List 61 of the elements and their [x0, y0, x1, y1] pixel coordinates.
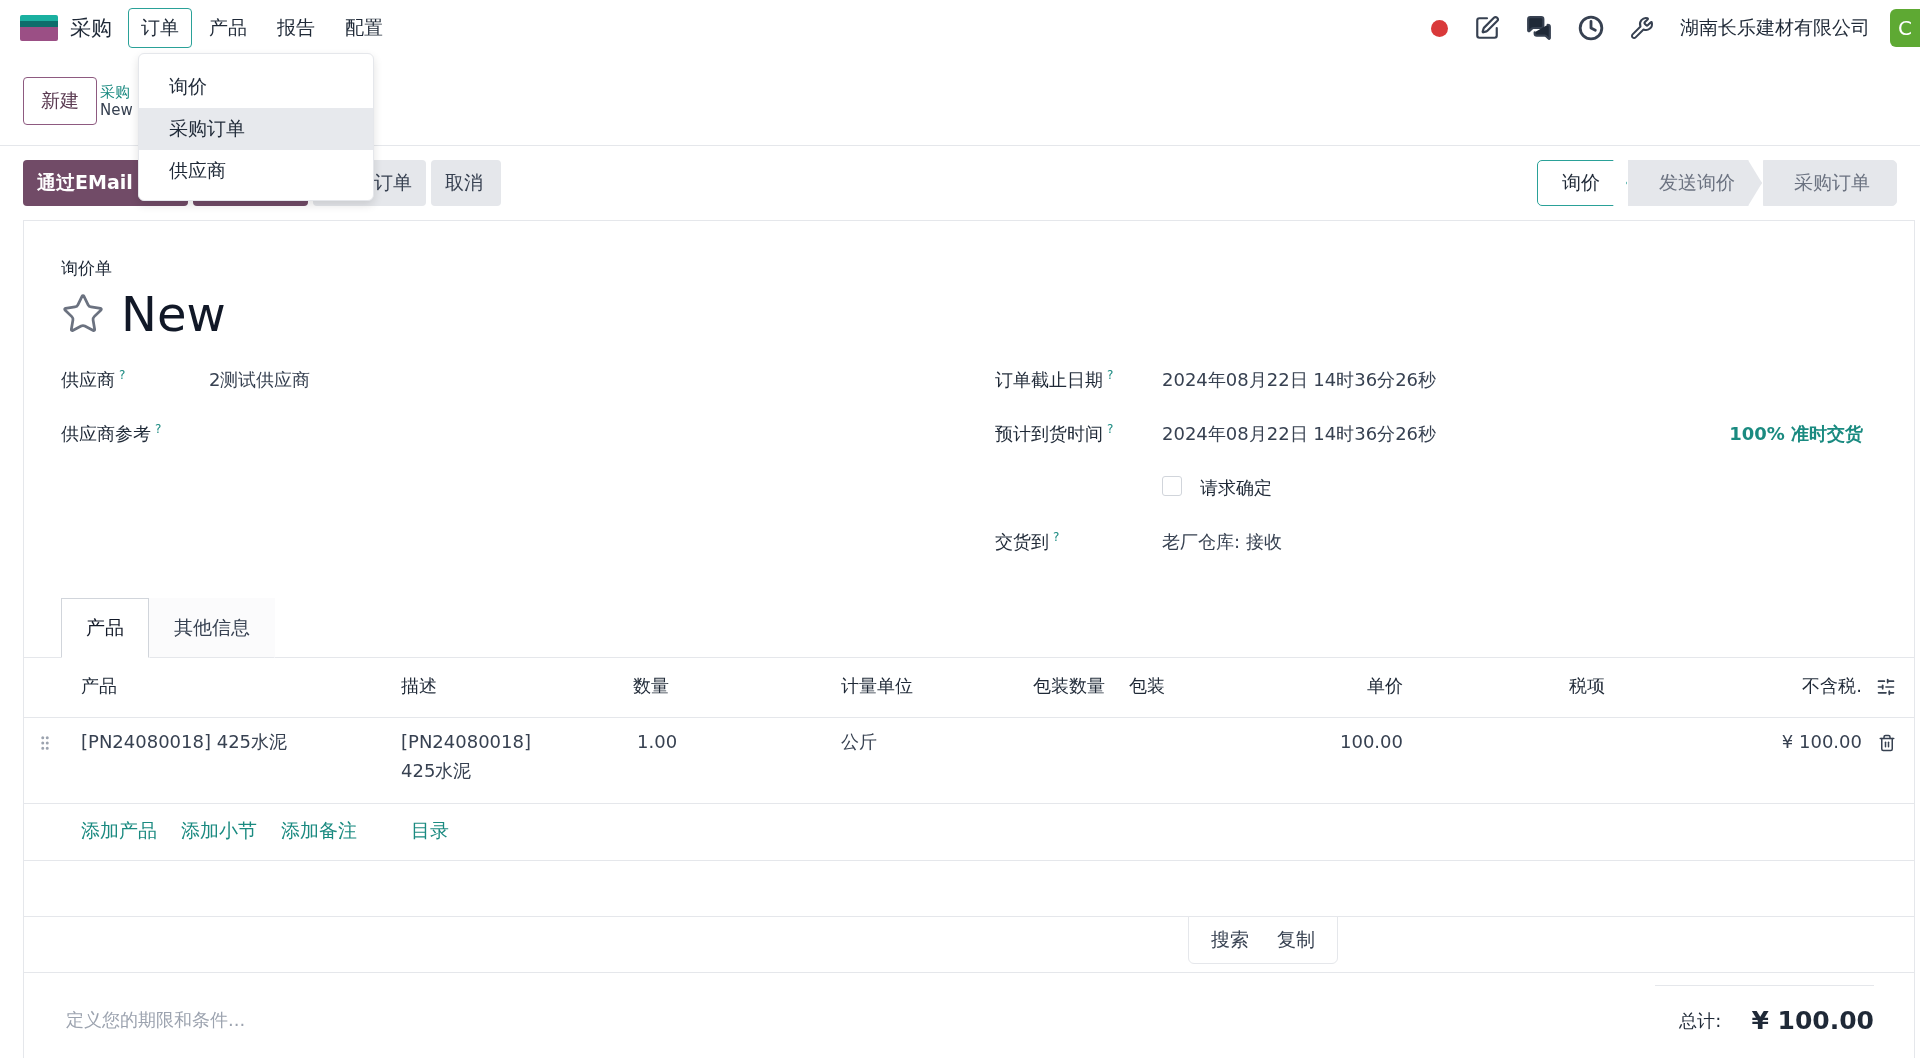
field-value[interactable]: 老厂仓库: 接收 — [1162, 530, 1282, 554]
column-header[interactable]: 描述 — [401, 674, 633, 698]
app-name: 采购 — [70, 15, 112, 42]
table-cell-text: ¥ 100.00 — [1780, 730, 1862, 754]
checkbox-label: 请求确定 — [1200, 476, 1272, 500]
tab[interactable]: 产品 — [61, 598, 149, 658]
field-value[interactable]: 2024年08月22日 14时36分26秒 — [1162, 368, 1437, 392]
total-value: ¥ 100.00 — [1751, 1006, 1874, 1035]
on-time-rate[interactable]: 100% 准时交货 — [1729, 422, 1863, 446]
popup-button[interactable]: 复制 — [1263, 927, 1329, 953]
add-line-link[interactable]: 添加备注 — [281, 818, 357, 860]
tab[interactable]: 其他信息 — [149, 598, 275, 658]
column-settings-icon[interactable] — [1876, 677, 1896, 697]
field-label: 订单截止日期 $^{?}$ — [995, 368, 1114, 392]
column-header[interactable]: 单价 — [1211, 674, 1403, 698]
column-header[interactable]: 税项 — [1403, 674, 1719, 698]
popup-button[interactable]: 搜索 — [1197, 927, 1263, 953]
add-line-link[interactable]: 目录 — [411, 818, 449, 860]
record-title: New — [121, 286, 226, 342]
add-line-link[interactable]: 添加产品 — [81, 818, 157, 860]
table-cell-text: 100.00 — [1339, 730, 1403, 754]
table-cell-text: 公斤 — [841, 730, 878, 754]
clock-icon[interactable] — [1578, 15, 1604, 41]
field-label: 交货到 $^{?}$ — [995, 530, 1060, 554]
column-header[interactable]: 不含税. — [1719, 674, 1862, 698]
menu-item[interactable]: 产品 — [196, 8, 260, 48]
status-step[interactable]: 询价 — [1537, 160, 1627, 206]
column-header[interactable]: 包装 — [1129, 674, 1211, 698]
dropdown-item[interactable]: 采购订单 — [139, 108, 373, 150]
breadcrumb-current: New — [100, 100, 133, 119]
menu-item[interactable]: 订单 — [128, 8, 192, 48]
tools-icon[interactable] — [1630, 16, 1654, 40]
new-button[interactable]: 新建 — [23, 76, 97, 125]
field-value[interactable]: 2测试供应商 — [209, 368, 311, 392]
edit-icon[interactable] — [1474, 15, 1500, 41]
table-cell-text: [PN24080018] 425水泥 — [81, 730, 289, 754]
total-label: 总计: — [1679, 1008, 1722, 1033]
delete-icon[interactable] — [1878, 734, 1896, 752]
field-label: 供应商 $^{?}$ — [61, 368, 126, 392]
status-step[interactable]: 采购订单 — [1763, 160, 1897, 206]
column-header[interactable]: 产品 — [81, 674, 401, 698]
column-header[interactable]: 包装数量 — [1033, 674, 1129, 698]
status-step[interactable]: 发送询价 — [1628, 160, 1762, 206]
add-line-link[interactable]: 添加小节 — [181, 818, 257, 860]
field-value[interactable]: 2024年08月22日 14时36分26秒 — [1162, 422, 1437, 446]
menu-item[interactable]: 配置 — [332, 8, 396, 48]
menu-item[interactable]: 报告 — [264, 8, 328, 48]
field-label: 供应商参考 $^{?}$ — [61, 422, 162, 446]
status-dot[interactable] — [1431, 19, 1448, 37]
table-cell-text: [PN24080018] 425水泥 — [401, 730, 532, 783]
column-header[interactable]: 计量单位 — [841, 674, 1033, 698]
chat-icon[interactable] — [1526, 15, 1552, 41]
breadcrumb-link[interactable]: 采购 — [100, 82, 133, 101]
form-subtitle: 询价单 — [61, 257, 113, 280]
field-label: 预计到货时间 $^{?}$ — [995, 422, 1114, 446]
table-cell-text: 1.00 — [636, 730, 679, 754]
checkbox[interactable] — [1162, 476, 1182, 496]
column-header[interactable]: 数量 — [633, 674, 841, 698]
dropdown-item[interactable]: 询价 — [139, 66, 373, 108]
action-button[interactable]: 取消 — [431, 160, 501, 206]
company-name[interactable]: 湖南长乐建材有限公司 — [1680, 15, 1870, 41]
